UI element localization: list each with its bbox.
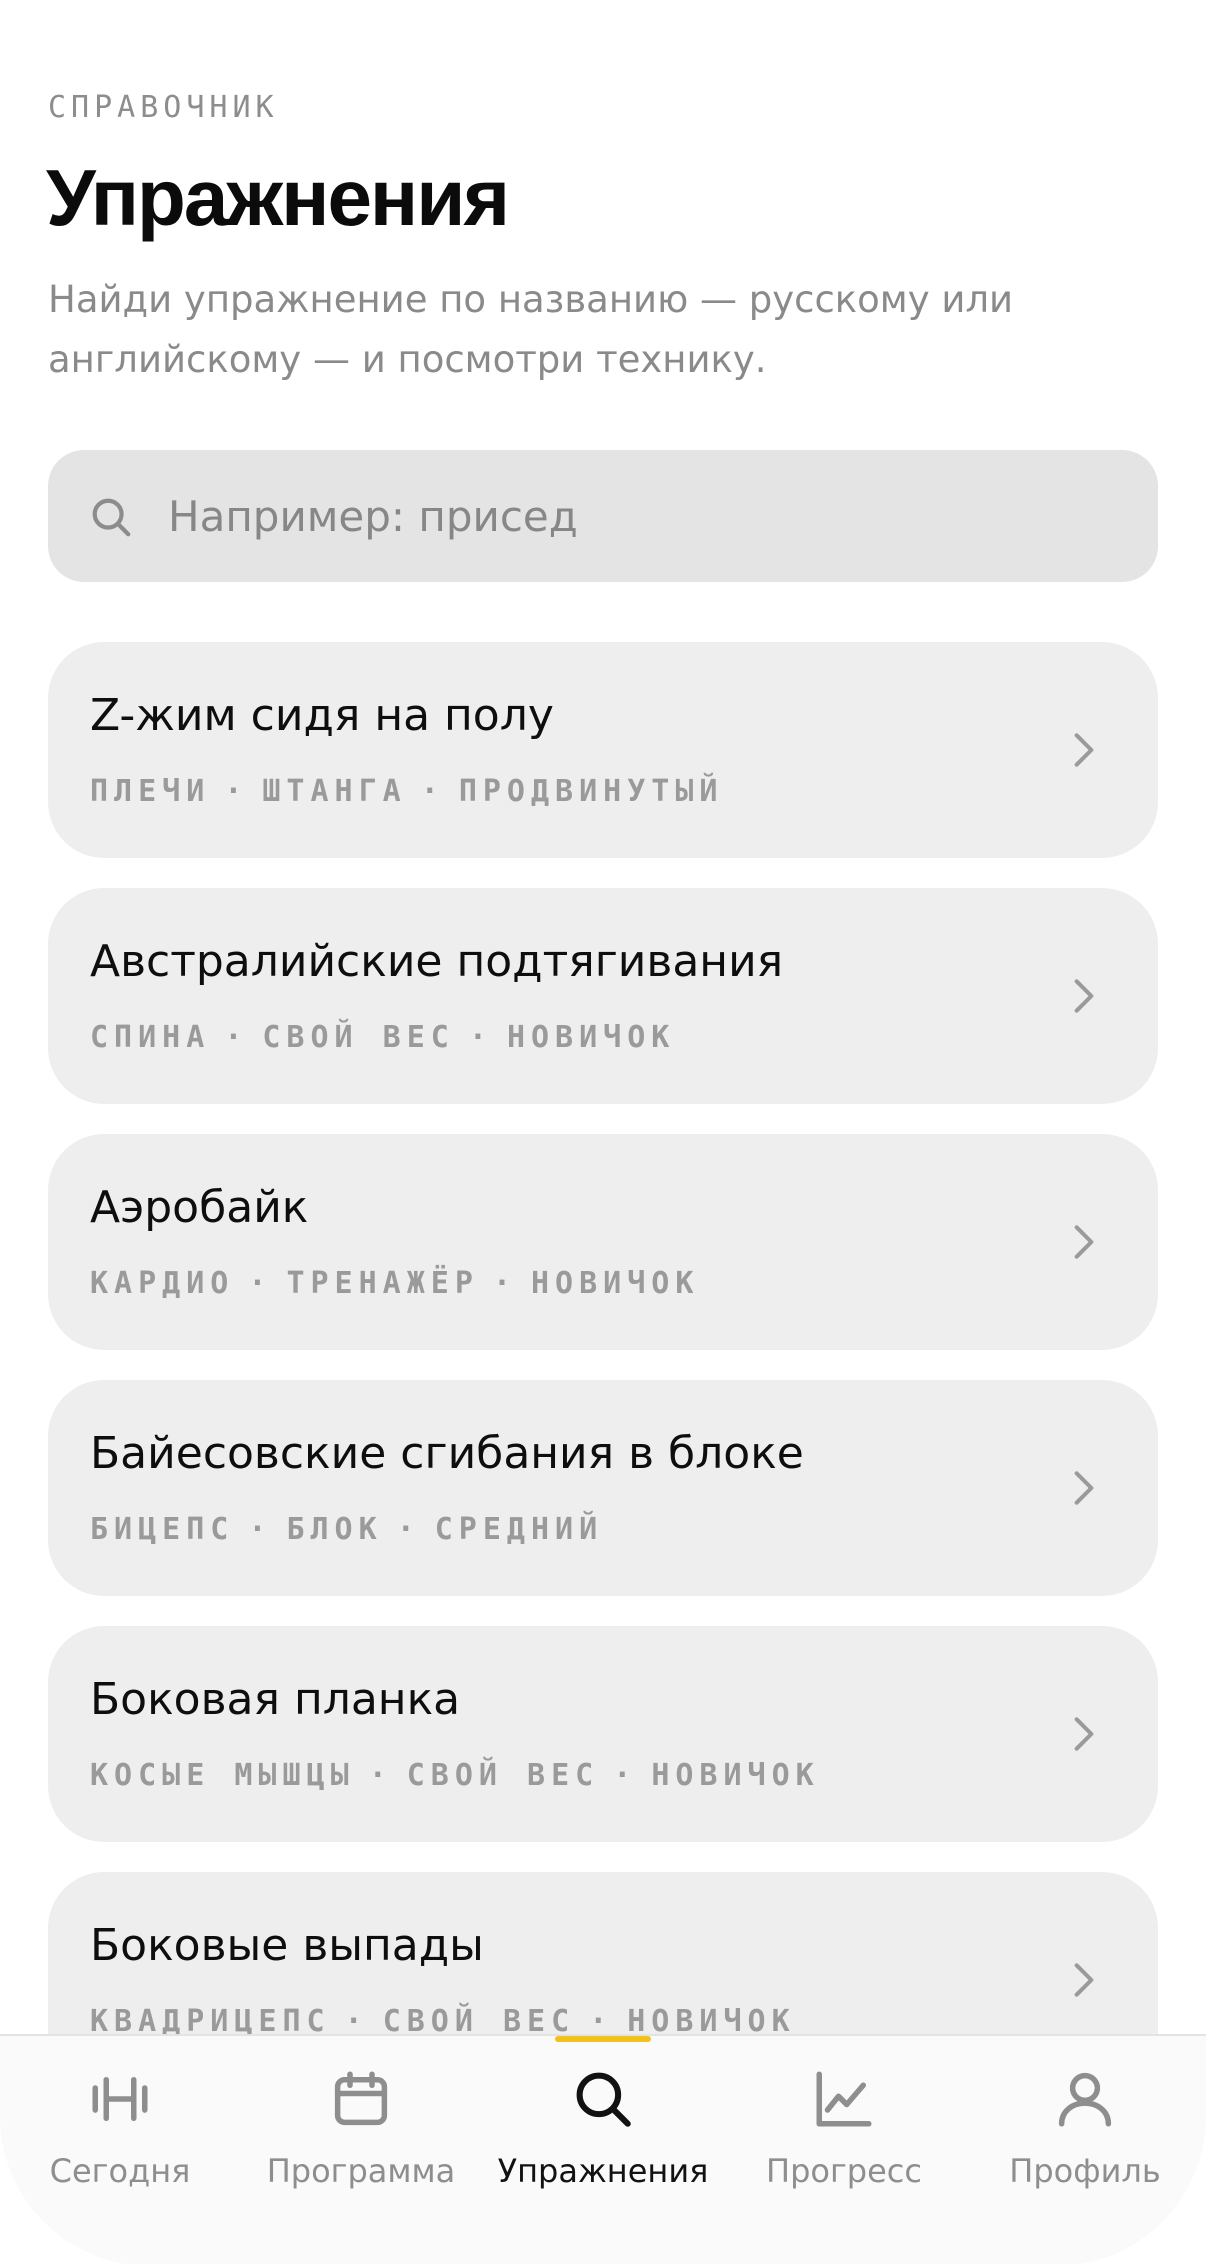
tag-separator: · [613, 1758, 638, 1793]
exercise-tags: ПЛЕЧИ · ШТАНГА · ПРОДВИНУТЫЙ [90, 774, 724, 809]
chevron-right-icon [1074, 1471, 1094, 1505]
tab-progress[interactable]: Прогресс [729, 2066, 959, 2206]
exercise-tag-muscle: БИЦЕПС [90, 1512, 235, 1547]
tab-exercises[interactable]: Упражнения [488, 2066, 718, 2206]
exercise-tag-equipment: СВОЙ ВЕС [262, 1020, 455, 1055]
barbell-icon [92, 2077, 148, 2121]
search-input[interactable] [168, 470, 1128, 562]
tab-today[interactable]: Сегодня [5, 2066, 235, 2206]
chart-icon [816, 2071, 872, 2127]
exercise-tags: БИЦЕПС · БЛОК · СРЕДНИЙ [90, 1512, 603, 1547]
chevron-right-icon [1074, 1963, 1094, 1997]
tab-label: Упражнения [497, 2152, 709, 2190]
exercise-tag-equipment: БЛОК [286, 1512, 383, 1547]
exercise-tags: КАРДИО · ТРЕНАЖЁР · НОВИЧОК [90, 1266, 699, 1301]
page-subtitle: Найди упражнение по названию — русскому … [48, 278, 1014, 381]
tab-profile[interactable]: Профиль [970, 2066, 1200, 2206]
tag-separator: · [224, 1020, 249, 1055]
exercise-card[interactable]: Боковая планка КОСЫЕ МЫШЦЫ · СВОЙ ВЕС · НОВИ… [48, 1626, 1158, 1842]
exercise-tag-equipment: СВОЙ ВЕС [406, 1758, 600, 1793]
exercise-tag-level: НОВИЧОК [506, 1020, 676, 1055]
exercise-tag-level: НОВИЧОК [531, 1266, 700, 1301]
exercise-title: Австралийские подтягивания [90, 936, 784, 987]
tag-separator: · [420, 774, 445, 809]
exercise-tag-muscle: КАРДИО [90, 1266, 235, 1301]
exercise-tag-muscle: КОСЫЕ МЫШЦЫ [90, 1758, 355, 1793]
tag-separator: · [468, 1020, 493, 1055]
active-tab-indicator [555, 2036, 651, 2042]
exercise-card[interactable]: Z-жим сидя на полу ПЛЕЧИ · ШТАНГА · ПРОДВИНУ… [48, 642, 1158, 858]
tag-separator: · [224, 774, 249, 809]
bottom-tab-bar: Сегодня Программа Упражнения Прогресс Пр… [0, 2034, 1206, 2264]
exercise-title: Боковые выпады [90, 1920, 484, 1971]
tab-label: Прогресс [766, 2152, 922, 2190]
exercise-title: Z-жим сидя на полу [90, 690, 554, 741]
exercise-title: Боковая планка [90, 1674, 461, 1725]
exercise-title: Аэробайк [90, 1182, 309, 1233]
exercise-title: Байесовские сгибания в блоке [90, 1428, 804, 1479]
tab-label: Программа [266, 2152, 456, 2190]
chevron-right-icon [1074, 979, 1094, 1013]
tag-separator: · [248, 1266, 273, 1301]
tag-separator: · [368, 1758, 393, 1793]
exercises-screen: СПРАВОЧНИК Упражнения Найди упражнение п… [0, 0, 1206, 2264]
exercise-tag-equipment: ШТАНГА [262, 774, 407, 809]
exercise-tags: КОСЫЕ МЫШЦЫ · СВОЙ ВЕС · НОВИЧОК [90, 1758, 820, 1793]
tab-label: Профиль [1009, 2152, 1161, 2190]
exercise-tag-equipment: ТРЕНАЖЁР [286, 1266, 479, 1301]
tag-separator: · [248, 1512, 273, 1547]
exercise-card[interactable]: Аэробайк КАРДИО · ТРЕНАЖЁР · НОВИЧОК [48, 1134, 1158, 1350]
exercise-card[interactable]: Австралийские подтягивания СПИНА · СВОЙ ВЕ… [48, 888, 1158, 1104]
chevron-right-icon [1074, 1717, 1094, 1751]
exercise-tag-level: ПРОДВИНУТЫЙ [458, 774, 724, 809]
exercise-tags: СПИНА · СВОЙ ВЕС · НОВИЧОК [90, 1020, 675, 1055]
exercise-card[interactable]: Байесовские сгибания в блоке БИЦЕПС · БЛОК… [48, 1380, 1158, 1596]
search-bar[interactable] [48, 450, 1158, 582]
search-icon [576, 2072, 631, 2127]
search-icon [92, 498, 131, 537]
tag-separator: · [396, 1512, 421, 1547]
tab-program[interactable]: Программа [246, 2066, 476, 2206]
exercise-tag-muscle: СПИНА [90, 1020, 211, 1055]
exercise-list: Z-жим сидя на полу ПЛЕЧИ · ШТАНГА · ПРОДВИНУ… [48, 642, 1158, 2118]
calendar-icon [334, 2071, 388, 2126]
exercise-tag-level: СРЕДНИЙ [434, 1512, 604, 1547]
tab-label: Сегодня [49, 2152, 191, 2190]
page-title: Упражнения [46, 153, 510, 242]
tag-separator: · [492, 1266, 517, 1301]
chevron-right-icon [1074, 733, 1094, 767]
user-icon [1058, 2072, 1112, 2127]
section-kicker: СПРАВОЧНИК [48, 90, 279, 125]
exercise-tag-level: НОВИЧОК [651, 1758, 820, 1793]
chevron-right-icon [1074, 1225, 1094, 1259]
exercise-tag-muscle: ПЛЕЧИ [90, 774, 211, 809]
